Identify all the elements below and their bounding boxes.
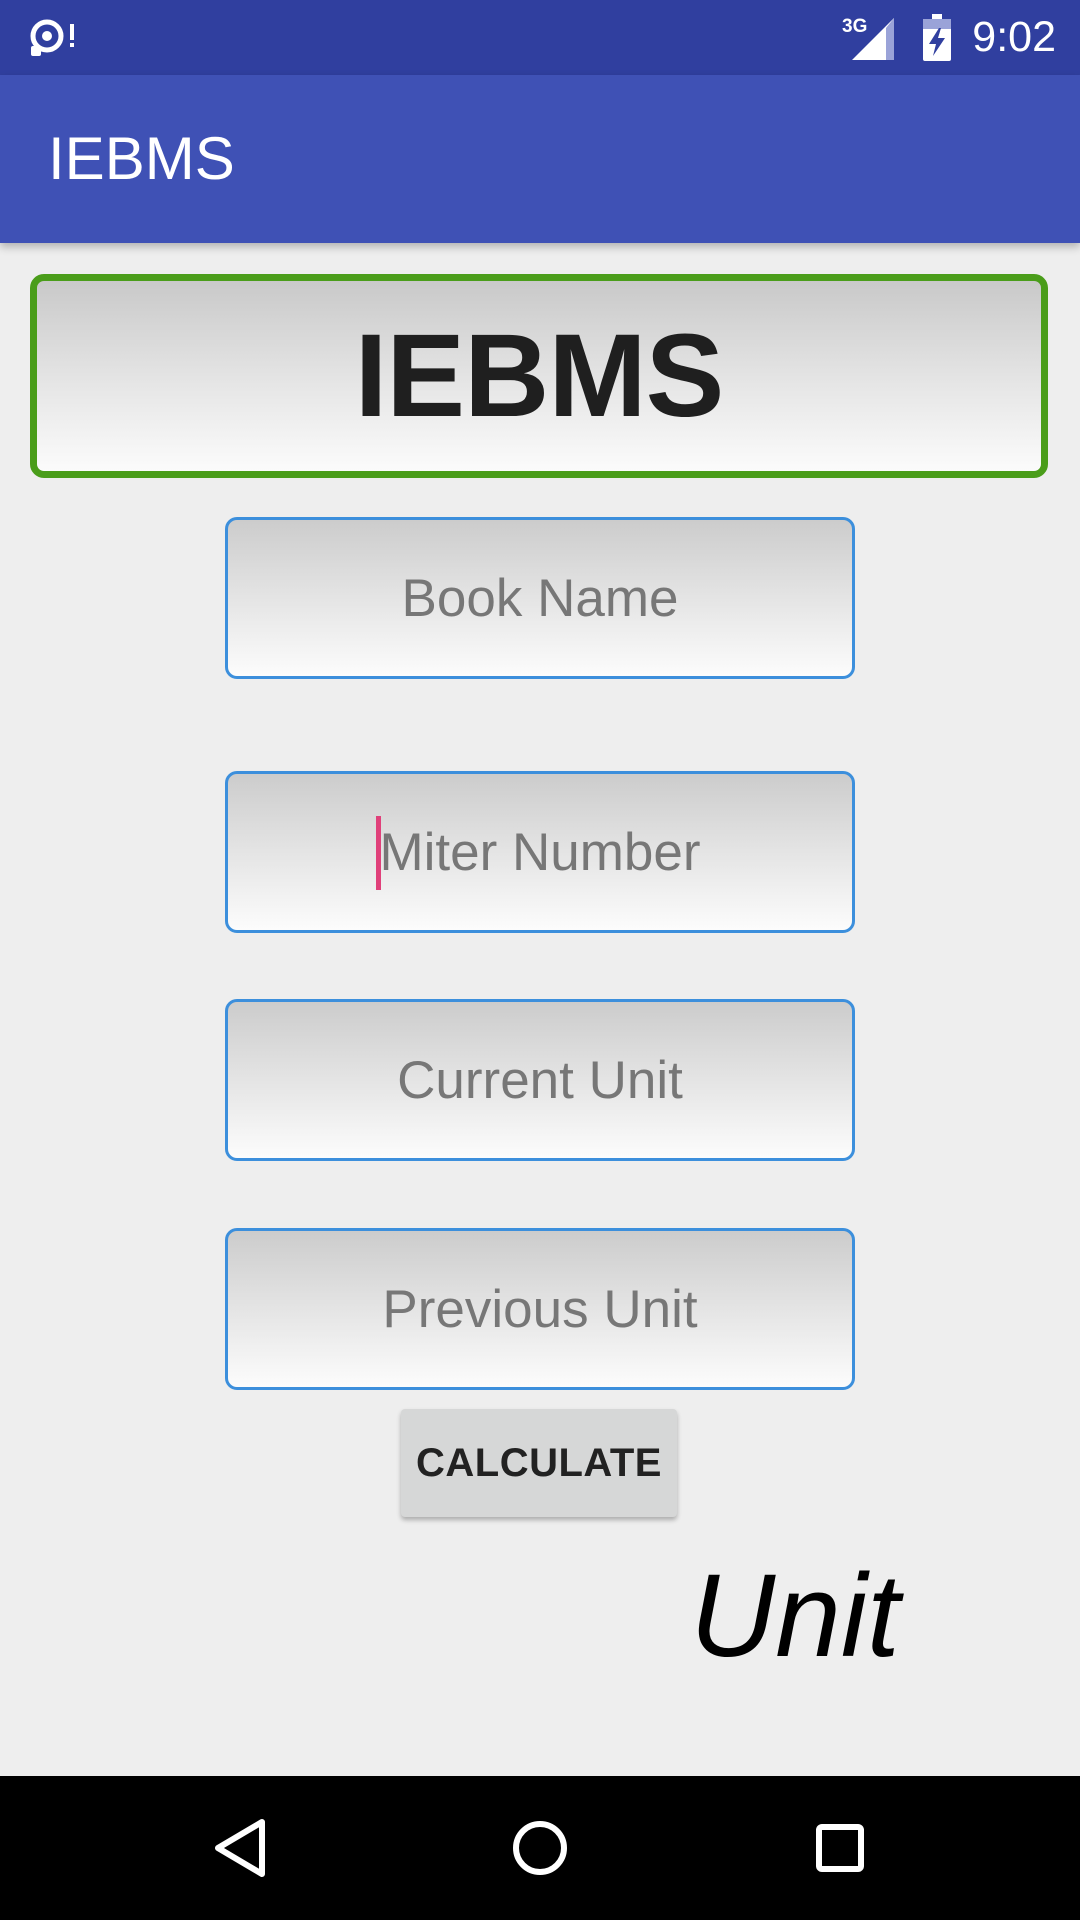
recent-apps-square-icon xyxy=(816,1824,864,1872)
current-unit-field-container xyxy=(225,999,855,1161)
svg-text:3G: 3G xyxy=(842,16,867,37)
navigation-bar xyxy=(0,1776,1080,1920)
screen: 3G 9:02 IEBMS IEBMS CALCULATE xyxy=(0,0,1080,1920)
header-banner: IEBMS xyxy=(30,274,1048,478)
nav-back-button[interactable] xyxy=(170,1776,310,1920)
miter-number-input[interactable] xyxy=(228,774,852,930)
book-name-field-container xyxy=(225,517,855,679)
home-circle-icon xyxy=(513,1821,567,1875)
header-title: IEBMS xyxy=(354,310,725,442)
back-triangle-icon xyxy=(215,1819,265,1877)
calculate-button[interactable]: CALCULATE xyxy=(401,1409,677,1517)
status-time: 9:02 xyxy=(972,13,1056,61)
nav-recent-apps-button[interactable] xyxy=(770,1776,910,1920)
sync-alert-icon xyxy=(30,19,74,56)
current-unit-input[interactable] xyxy=(228,1002,852,1158)
battery-charging-icon xyxy=(923,13,952,61)
app-bar: IEBMS xyxy=(0,75,1080,243)
app-bar-title: IEBMS xyxy=(48,125,235,192)
miter-number-field-container xyxy=(225,771,855,933)
previous-unit-field-container xyxy=(225,1228,855,1390)
status-bar: 3G 9:02 xyxy=(0,0,1080,75)
cellular-signal-icon: 3G xyxy=(842,16,895,60)
result-unit-label: Unit xyxy=(690,1550,900,1682)
nav-home-button[interactable] xyxy=(470,1776,610,1920)
text-caret xyxy=(376,816,381,890)
book-name-input[interactable] xyxy=(228,520,852,676)
previous-unit-input[interactable] xyxy=(228,1231,852,1387)
